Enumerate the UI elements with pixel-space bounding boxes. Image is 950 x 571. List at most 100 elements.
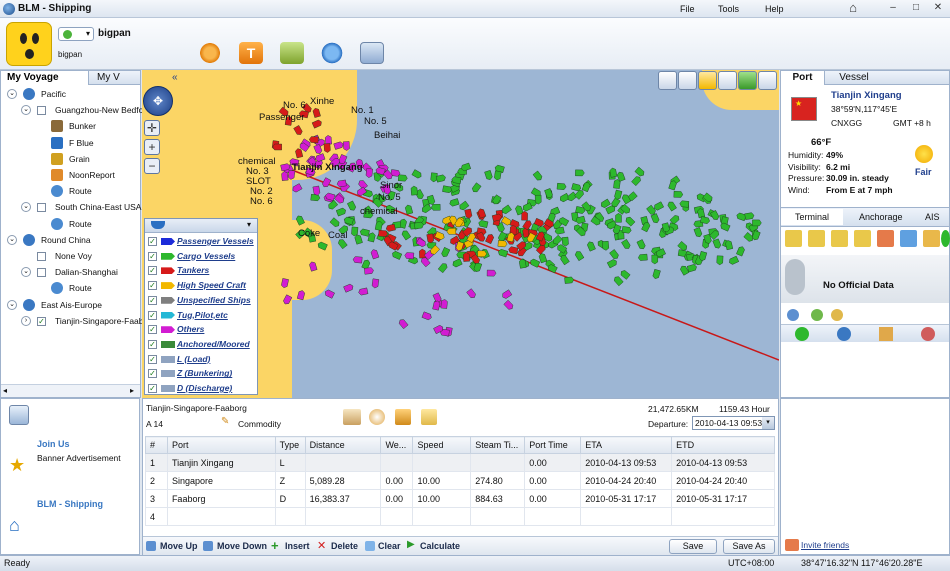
- legend-item[interactable]: ✓ Tug,Pilot,etc: [145, 308, 257, 323]
- group-icon[interactable]: [787, 309, 799, 321]
- expand-toggle-icon[interactable]: ›: [21, 315, 31, 326]
- legend-checkbox[interactable]: ✓: [148, 251, 157, 261]
- legend-checkbox[interactable]: ✓: [148, 339, 157, 349]
- ship-marker[interactable]: [501, 289, 513, 300]
- column-header[interactable]: Port Time: [524, 436, 582, 454]
- collapse-left-icon[interactable]: «: [172, 72, 178, 83]
- ship-marker[interactable]: [359, 228, 370, 237]
- ship-marker[interactable]: [342, 141, 350, 151]
- join-us-link[interactable]: Join Us: [37, 439, 70, 449]
- table-row[interactable]: 1 Tianjin Xingang L 0.00 2010-04-13 09:53 201…: [145, 453, 775, 472]
- settings-gear-icon[interactable]: [198, 42, 222, 64]
- move-icon[interactable]: ✛: [144, 120, 160, 136]
- close-button[interactable]: ✕: [930, 2, 946, 15]
- ship-marker[interactable]: [437, 262, 448, 274]
- ship-marker[interactable]: [613, 275, 624, 287]
- cargo-icon[interactable]: [343, 409, 361, 425]
- flag-tool-icon[interactable]: [738, 71, 757, 90]
- ship-marker[interactable]: [272, 143, 282, 151]
- ship-marker[interactable]: [391, 250, 403, 260]
- ruler-tool-icon[interactable]: [678, 71, 697, 90]
- ship-marker[interactable]: [426, 233, 434, 244]
- chevron-down-icon[interactable]: ▾: [762, 417, 774, 429]
- ship-marker[interactable]: [310, 193, 321, 202]
- table-row[interactable]: 3 Faaborg D 16,383.37 0.00 10.00 884.63 0.00 201…: [145, 489, 775, 508]
- weather-icon[interactable]: [854, 230, 871, 247]
- chat-icon[interactable]: [795, 327, 809, 341]
- ship-marker[interactable]: [566, 191, 578, 202]
- ship-marker[interactable]: [673, 191, 684, 198]
- ship-marker[interactable]: [637, 253, 648, 261]
- expand-toggle-icon[interactable]: ⌄: [21, 202, 31, 213]
- ship-marker[interactable]: [440, 299, 448, 309]
- ship-marker[interactable]: [421, 311, 433, 321]
- download-icon[interactable]: [280, 42, 304, 64]
- layers-tool-icon[interactable]: [718, 71, 737, 90]
- legend-checkbox[interactable]: ✓: [148, 281, 157, 291]
- legend-checkbox[interactable]: ✓: [148, 384, 157, 393]
- expand-toggle-icon[interactable]: ⌄: [7, 89, 17, 99]
- legend-item[interactable]: ✓ Passenger Vessels: [145, 234, 257, 249]
- ship-marker[interactable]: [364, 267, 374, 275]
- ship-marker[interactable]: [358, 287, 369, 296]
- minimize-button[interactable]: –: [885, 2, 901, 15]
- ship-marker[interactable]: [347, 200, 357, 212]
- chat-area[interactable]: Invite friends: [780, 398, 950, 555]
- legend-checkbox[interactable]: ✓: [148, 237, 157, 246]
- legend-item[interactable]: ✓ Anchored/Moored: [145, 337, 257, 352]
- ship-marker[interactable]: [311, 119, 323, 129]
- text-tool-icon[interactable]: T: [239, 42, 263, 64]
- ship-marker[interactable]: [621, 239, 631, 250]
- ship-marker[interactable]: [365, 168, 373, 178]
- zoom-out-icon[interactable]: −: [144, 158, 160, 174]
- column-header[interactable]: Distance: [304, 436, 382, 454]
- ship-marker[interactable]: [534, 194, 542, 205]
- ship-marker[interactable]: [624, 216, 636, 227]
- ship-marker[interactable]: [486, 269, 497, 277]
- legend-checkbox[interactable]: ✓: [148, 295, 157, 305]
- globe-icon[interactable]: [837, 327, 851, 341]
- ship-marker[interactable]: [435, 174, 446, 183]
- go-icon[interactable]: [941, 230, 950, 247]
- ship-marker[interactable]: [452, 258, 463, 268]
- insert-button[interactable]: Insert: [285, 541, 310, 551]
- invite-friends-link[interactable]: Invite friends: [801, 540, 849, 550]
- ship-marker[interactable]: [309, 261, 318, 272]
- ship-marker[interactable]: [323, 143, 331, 153]
- ship-marker[interactable]: [652, 268, 661, 279]
- clear-button[interactable]: Clear: [378, 541, 401, 551]
- horizontal-scrollbar[interactable]: ◂ ▸: [1, 384, 140, 397]
- ship-marker[interactable]: [410, 185, 418, 196]
- column-header[interactable]: ETA: [580, 436, 673, 454]
- menu-help[interactable]: Help: [765, 4, 784, 14]
- ship-marker[interactable]: [621, 226, 632, 234]
- ship-marker[interactable]: [484, 170, 493, 180]
- document-icon[interactable]: [421, 409, 437, 425]
- column-header[interactable]: Port: [166, 436, 276, 454]
- expand-toggle-icon[interactable]: ⌄: [21, 267, 31, 278]
- ship-marker[interactable]: [693, 227, 703, 238]
- ship-marker[interactable]: [281, 278, 289, 289]
- ship-marker[interactable]: [335, 207, 347, 217]
- ship-marker[interactable]: [291, 183, 303, 194]
- legend-checkbox[interactable]: ✓: [148, 266, 157, 276]
- ship-marker[interactable]: [321, 177, 332, 189]
- menu-file[interactable]: File: [680, 4, 695, 14]
- tab-ais[interactable]: AIS: [911, 209, 949, 225]
- legend-item[interactable]: ✓ Cargo Vessels: [145, 249, 257, 264]
- ship-marker[interactable]: [752, 219, 762, 227]
- ship-marker[interactable]: [636, 239, 646, 250]
- ship-marker[interactable]: [650, 213, 660, 224]
- ship-marker[interactable]: [293, 125, 304, 136]
- column-header[interactable]: #: [145, 436, 168, 454]
- ship-marker[interactable]: [564, 276, 575, 284]
- ship-marker[interactable]: [478, 220, 489, 228]
- ship-marker[interactable]: [736, 212, 747, 222]
- pan-control-icon[interactable]: ✥: [143, 86, 173, 116]
- legend-item[interactable]: ✓ Others: [145, 322, 257, 337]
- column-header[interactable]: Steam Ti...: [470, 436, 526, 454]
- ship-marker[interactable]: [634, 166, 646, 177]
- ship-marker[interactable]: [449, 198, 460, 207]
- tab-terminal[interactable]: Terminal: [781, 209, 843, 225]
- edit-icon[interactable]: [9, 405, 29, 425]
